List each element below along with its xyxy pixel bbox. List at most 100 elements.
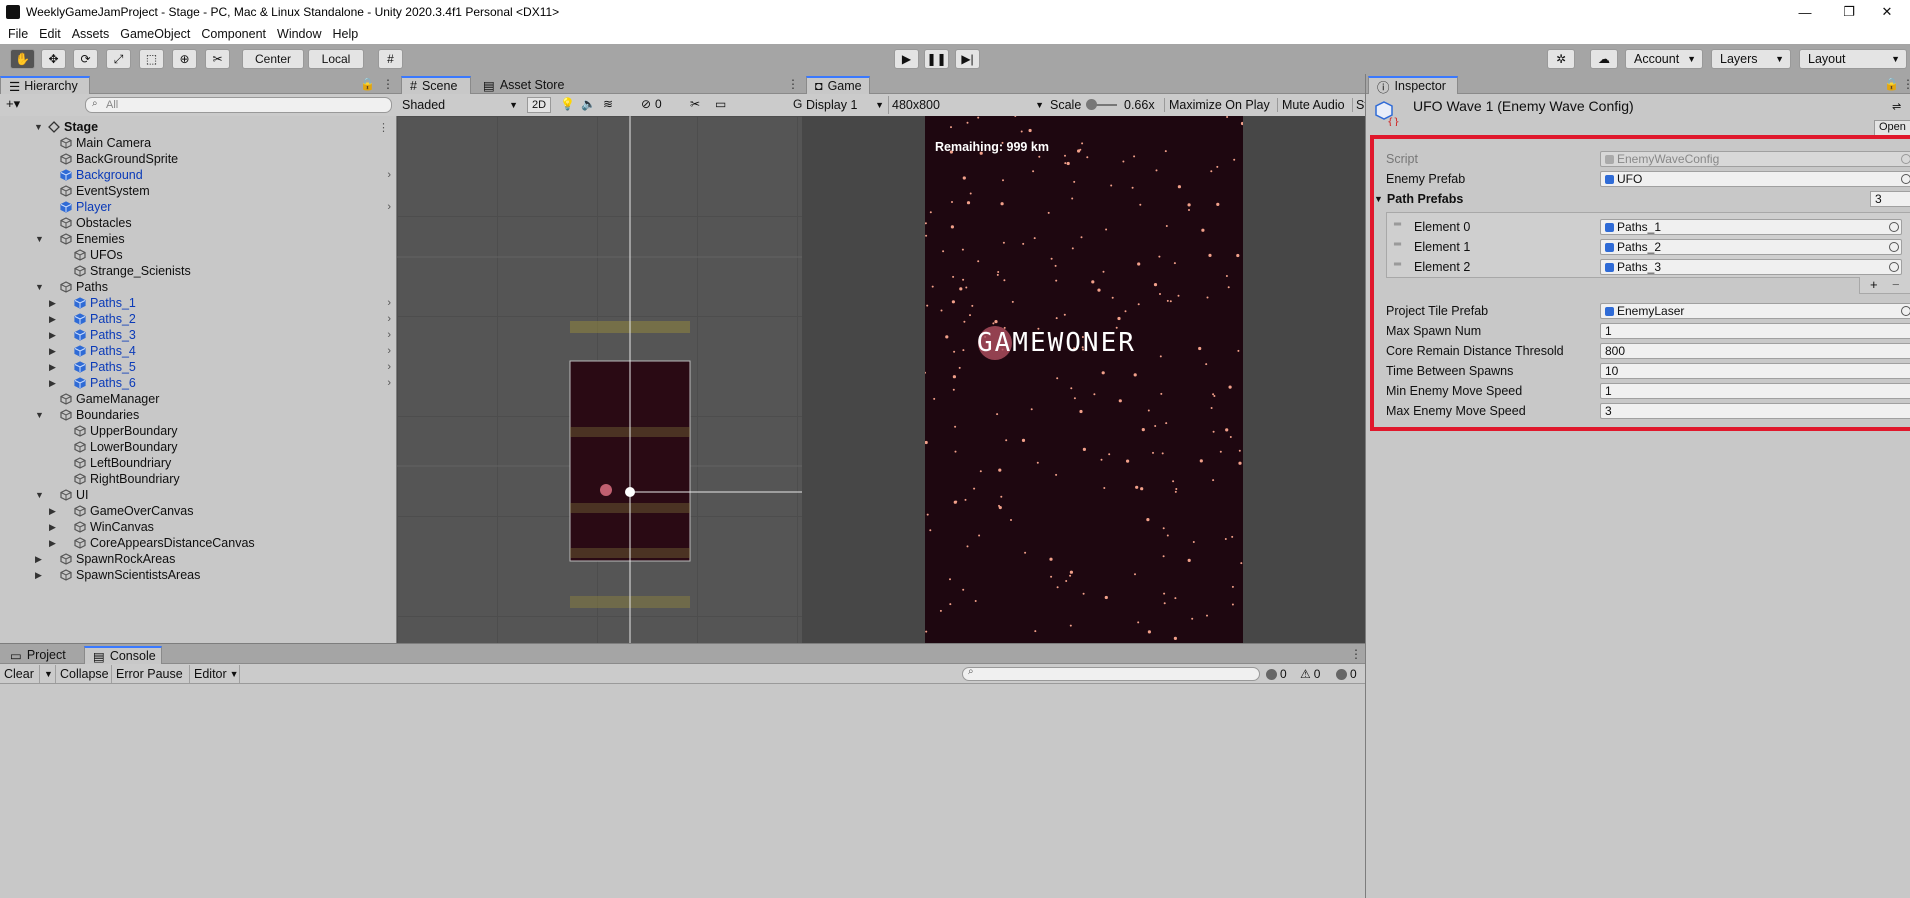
lock-icon[interactable]: 🔒: [360, 77, 375, 91]
scene-root-row[interactable]: ▼ Stage ⋮: [0, 119, 397, 135]
shading-mode-dropdown[interactable]: Shaded ▼: [402, 96, 522, 114]
open-prefab-chevron-icon[interactable]: ›: [387, 377, 391, 389]
hierarchy-item[interactable]: ▶ Paths_1 ›: [0, 295, 397, 311]
tab-inspector[interactable]: ⓘ Inspector: [1368, 76, 1458, 95]
number-input[interactable]: 800: [1600, 343, 1910, 359]
scene-menu-icon[interactable]: ⋮: [378, 121, 389, 134]
scale-slider[interactable]: [1086, 99, 1117, 110]
open-prefab-chevron-icon[interactable]: ›: [387, 313, 391, 325]
fold-down-icon[interactable]: ▼: [35, 490, 44, 500]
number-input[interactable]: 1: [1600, 383, 1910, 399]
collab-button[interactable]: ✲: [1547, 49, 1575, 69]
fold-right-icon[interactable]: ▶: [49, 506, 56, 517]
hierarchy-item[interactable]: ▶ CoreAppearsDistanceCanvas: [0, 535, 397, 551]
hierarchy-search-input[interactable]: ⌕ All: [85, 97, 392, 113]
lock-icon[interactable]: 🔒: [1884, 77, 1899, 91]
game-viewport[interactable]: Remaihing: 999 km GAMEWONER: [802, 116, 1365, 643]
tab-game[interactable]: ◘ Game: [806, 76, 870, 94]
tab-scene[interactable]: # Scene: [401, 76, 471, 94]
rect-tool-button[interactable]: ⬚: [139, 49, 164, 69]
layers-dropdown[interactable]: Layers ▼: [1711, 49, 1791, 69]
fold-right-icon[interactable]: ▶: [35, 554, 42, 565]
account-dropdown[interactable]: Account ▼: [1625, 49, 1703, 69]
slider-thumb[interactable]: [1086, 99, 1097, 110]
hierarchy-item[interactable]: LowerBoundary: [0, 439, 397, 455]
element-ref-field[interactable]: Paths_2: [1600, 239, 1902, 255]
create-button[interactable]: +▾: [6, 96, 20, 112]
scale-tool-button[interactable]: ⤢: [106, 49, 131, 69]
pivot-center-button[interactable]: Center: [242, 49, 304, 69]
tab-asset-store[interactable]: ▤ Asset Store: [475, 76, 575, 94]
settings-icon[interactable]: ⇌: [1892, 100, 1901, 113]
object-picker-icon[interactable]: [1901, 174, 1910, 184]
tools-icon[interactable]: ✂: [690, 97, 700, 111]
tab-console[interactable]: ▤ Console: [84, 646, 162, 664]
pause-button[interactable]: ❚❚: [924, 49, 949, 69]
resolution-dropdown[interactable]: 480x800 ▼: [888, 96, 1046, 114]
space-local-button[interactable]: Local: [308, 49, 364, 69]
error-pause-toggle[interactable]: Error Pause: [112, 665, 190, 683]
drag-handle-icon[interactable]: ═: [1394, 259, 1401, 270]
enemy-prefab-field[interactable]: UFO: [1600, 171, 1910, 187]
fold-right-icon[interactable]: ▶: [49, 346, 56, 357]
lighting-icon[interactable]: 💡: [560, 97, 575, 111]
hierarchy-item[interactable]: GameManager: [0, 391, 397, 407]
log-count-toggle[interactable]: 0: [1266, 665, 1287, 683]
hand-tool-button[interactable]: ✋: [10, 49, 35, 69]
hierarchy-item[interactable]: Background ›: [0, 167, 397, 183]
drag-handle-icon[interactable]: ═: [1394, 239, 1401, 250]
panel-menu-icon[interactable]: ⋮: [1902, 77, 1910, 91]
hierarchy-item[interactable]: ▶ WinCanvas: [0, 519, 397, 535]
element-ref-field[interactable]: Paths_3: [1600, 259, 1902, 275]
open-button[interactable]: Open: [1874, 120, 1910, 136]
minimize-button[interactable]: —: [1782, 0, 1828, 24]
cloud-button[interactable]: ☁: [1590, 49, 1618, 69]
fold-right-icon[interactable]: ▶: [49, 298, 56, 309]
open-prefab-chevron-icon[interactable]: ›: [387, 201, 391, 213]
hierarchy-item[interactable]: UpperBoundary: [0, 423, 397, 439]
hidden-objects-icon[interactable]: ⊘: [641, 97, 651, 111]
scene-viewport[interactable]: [397, 116, 802, 643]
layout-dropdown[interactable]: Layout ▼: [1799, 49, 1907, 69]
path-prefabs-foldout[interactable]: ▼ Path Prefabs: [1374, 190, 1463, 208]
tab-hierarchy[interactable]: ☰ Hierarchy: [0, 76, 90, 94]
effects-icon[interactable]: ≋: [603, 97, 613, 111]
hierarchy-item[interactable]: ▼ Paths: [0, 279, 397, 295]
menu-gameobject[interactable]: GameObject: [116, 27, 197, 41]
menu-component[interactable]: Component: [197, 27, 273, 41]
drag-handle-icon[interactable]: ═: [1394, 219, 1401, 230]
menu-window[interactable]: Window: [273, 27, 328, 41]
element-ref-field[interactable]: Paths_1: [1600, 219, 1902, 235]
menu-edit[interactable]: Edit: [35, 27, 68, 41]
hierarchy-item[interactable]: UFOs: [0, 247, 397, 263]
play-button[interactable]: ▶: [894, 49, 919, 69]
hierarchy-item[interactable]: ▼ Boundaries: [0, 407, 397, 423]
hierarchy-item[interactable]: RightBoundriary: [0, 471, 397, 487]
grid-snap-button[interactable]: #: [378, 49, 403, 69]
maximize-on-play-toggle[interactable]: Maximize On Play: [1164, 98, 1270, 112]
fold-right-icon[interactable]: ▶: [49, 538, 56, 549]
fold-down-icon[interactable]: ▼: [35, 410, 44, 420]
fold-right-icon[interactable]: ▶: [49, 522, 56, 533]
transform-tool-button[interactable]: ⊕: [172, 49, 197, 69]
object-picker-icon[interactable]: [1889, 242, 1899, 252]
panel-menu-icon[interactable]: ⋮: [1350, 647, 1362, 661]
hierarchy-item[interactable]: ▶ Paths_6 ›: [0, 375, 397, 391]
menu-assets[interactable]: Assets: [68, 27, 117, 41]
open-prefab-chevron-icon[interactable]: ›: [387, 345, 391, 357]
add-element-button[interactable]: +: [1870, 277, 1878, 292]
close-button[interactable]: ✕: [1864, 0, 1910, 24]
number-input[interactable]: 10: [1600, 363, 1910, 379]
hierarchy-item[interactable]: Strange_Scienists: [0, 263, 397, 279]
remove-element-button[interactable]: −: [1892, 277, 1900, 292]
menu-help[interactable]: Help: [328, 27, 365, 41]
hierarchy-item[interactable]: ▶ Paths_2 ›: [0, 311, 397, 327]
audio-icon[interactable]: 🔈: [581, 97, 596, 111]
panel-menu-icon[interactable]: ⋮: [382, 77, 394, 91]
collapse-toggle[interactable]: Collapse: [56, 665, 112, 683]
hierarchy-item[interactable]: ▶ SpawnScientistsAreas: [0, 567, 397, 583]
path-prefabs-size-input[interactable]: 3: [1870, 191, 1910, 207]
number-input[interactable]: 3: [1600, 403, 1910, 419]
gizmos-dropdown[interactable]: G: [793, 97, 802, 111]
fold-right-icon[interactable]: ▶: [49, 330, 56, 341]
